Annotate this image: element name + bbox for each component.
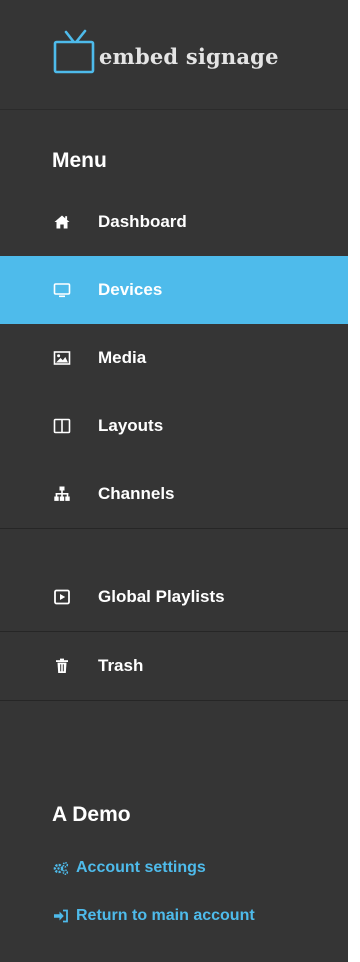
sign-in-icon bbox=[52, 908, 70, 924]
nav-item-media[interactable]: Media bbox=[0, 324, 348, 392]
account-settings-label: Account settings bbox=[76, 859, 206, 876]
nav-label-dashboard: Dashboard bbox=[98, 212, 187, 231]
return-to-main-account-label: Return to main account bbox=[76, 907, 255, 924]
nav-item-devices[interactable]: Devices bbox=[0, 256, 348, 324]
nav-item-layouts[interactable]: Layouts bbox=[0, 392, 348, 460]
cogs-icon bbox=[52, 860, 70, 876]
play-square-icon bbox=[52, 587, 72, 607]
brand-name: embed signage bbox=[99, 44, 279, 69]
menu-title: Menu bbox=[52, 149, 107, 172]
nav-item-dashboard[interactable]: Dashboard bbox=[0, 188, 348, 256]
secondary-nav: Global Playlists bbox=[0, 563, 348, 631]
nav-item-channels[interactable]: Channels bbox=[0, 460, 348, 528]
account-section: A Demo Account settings Return to main a… bbox=[0, 786, 348, 940]
account-name: A Demo bbox=[52, 803, 131, 826]
image-icon bbox=[52, 348, 72, 368]
nav-divider bbox=[0, 700, 348, 701]
account-settings-link[interactable]: Account settings bbox=[0, 844, 348, 892]
trash-nav: Trash bbox=[0, 632, 348, 700]
nav-label-layouts: Layouts bbox=[98, 416, 164, 435]
sidebar: embed signage Menu Dashboard Devices Med… bbox=[0, 0, 348, 962]
nav-item-global-playlists[interactable]: Global Playlists bbox=[0, 563, 348, 631]
sitemap-icon bbox=[52, 484, 72, 504]
nav-item-trash[interactable]: Trash bbox=[0, 632, 348, 700]
monitor-icon bbox=[52, 280, 72, 300]
trash-icon bbox=[52, 656, 72, 676]
nav-label-channels: Channels bbox=[98, 484, 175, 503]
main-nav: Dashboard Devices Media Layouts Channels bbox=[0, 188, 348, 528]
nav-label-media: Media bbox=[98, 348, 147, 367]
nav-label-devices: Devices bbox=[98, 280, 163, 299]
columns-icon bbox=[52, 416, 72, 436]
brand-header[interactable]: embed signage bbox=[0, 0, 348, 110]
home-icon bbox=[52, 212, 72, 232]
nav-label-trash: Trash bbox=[98, 656, 144, 675]
nav-label-global-playlists: Global Playlists bbox=[98, 587, 225, 606]
tv-icon bbox=[53, 29, 95, 73]
return-to-main-account-link[interactable]: Return to main account bbox=[0, 892, 348, 940]
